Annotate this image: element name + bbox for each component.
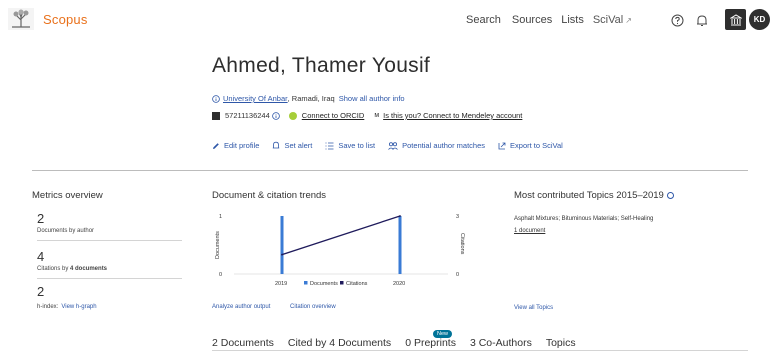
help-icon[interactable] bbox=[667, 10, 687, 30]
top-bar: Scopus Search Sources Lists SciVal ↗ KD bbox=[0, 0, 772, 44]
citations-label-documents: 4 documents bbox=[70, 266, 108, 272]
new-badge: New bbox=[433, 330, 453, 338]
citations-count: 4 bbox=[37, 249, 45, 264]
institution-icon[interactable] bbox=[725, 9, 746, 30]
save-to-list-label: Save to list bbox=[338, 141, 376, 150]
affiliation-row: University Of Anbar , Ramadi, Iraq Show … bbox=[212, 94, 405, 103]
citations-label-text: Citations by bbox=[37, 266, 71, 272]
citation-overview-link[interactable]: Citation overview bbox=[290, 304, 336, 310]
author-name: Ahmed, Thamer Yousif bbox=[212, 54, 431, 77]
edit-profile-button[interactable]: Edit profile bbox=[212, 141, 259, 150]
list-icon bbox=[325, 142, 334, 149]
mendeley-icon: ᴍ bbox=[374, 112, 380, 119]
legend-label: Citations bbox=[346, 281, 368, 287]
analyze-author-output-link[interactable]: Analyze author output bbox=[212, 304, 270, 310]
citations-point bbox=[399, 215, 401, 217]
tab-documents[interactable]: 2 Documents bbox=[212, 337, 274, 349]
citations-line bbox=[281, 215, 401, 256]
citations-label: Citations by 4 documents bbox=[37, 266, 107, 272]
show-all-author-info-link[interactable]: Show all author info bbox=[339, 94, 405, 103]
affiliation-link[interactable]: University Of Anbar bbox=[223, 94, 288, 103]
orcid-icon bbox=[288, 111, 297, 120]
trends-title: Document & citation trends bbox=[212, 190, 327, 201]
legend-swatch bbox=[340, 281, 344, 285]
nav-lists[interactable]: Lists bbox=[561, 14, 584, 26]
h-index-value: 2 bbox=[37, 284, 45, 299]
connect-orcid-link[interactable]: Connect to ORCID bbox=[302, 111, 365, 120]
metric-divider bbox=[37, 240, 182, 241]
pencil-icon bbox=[213, 142, 219, 149]
document-citation-chart: 0 1 0 3 Documents Citations 2019 2020 Documents C… bbox=[215, 214, 465, 287]
x-tick-label: 2020 bbox=[393, 281, 405, 287]
affiliation-location: , Ramadi, Iraq bbox=[287, 94, 335, 103]
metrics-overview-title: Metrics overview bbox=[32, 190, 103, 201]
tab-preprints[interactable]: 0 Preprints bbox=[405, 337, 456, 349]
view-all-topics-link[interactable]: View all Topics bbox=[514, 305, 553, 311]
tab-topics[interactable]: Topics bbox=[546, 337, 576, 349]
people-icon bbox=[388, 141, 398, 150]
export-to-scival-label: Export to SciVal bbox=[510, 141, 563, 150]
set-alert-label: Set alert bbox=[284, 141, 313, 150]
topics-info-icon[interactable] bbox=[666, 191, 674, 199]
mendeley-connect-link[interactable]: Is this you? Connect to Mendeley account bbox=[383, 111, 522, 120]
scopus-wordmark: Scopus bbox=[43, 11, 88, 27]
h-index-label: h-index: View h-graph bbox=[37, 304, 97, 310]
export-icon bbox=[498, 142, 506, 149]
legend-swatch bbox=[304, 281, 308, 285]
author-actions: Edit profile Set alert Save to list Pote… bbox=[212, 141, 576, 150]
topic-name: Asphalt Mixtures; Bituminous Materials; … bbox=[514, 216, 654, 222]
export-to-scival-button[interactable]: Export to SciVal bbox=[498, 141, 563, 150]
left-axis-title: Documents bbox=[215, 231, 221, 259]
nav-scival-label: SciVal bbox=[592, 14, 624, 26]
external-link-icon: ↗ bbox=[625, 16, 632, 25]
documents-bar bbox=[398, 216, 402, 274]
author-id: 57211136244 bbox=[225, 111, 270, 120]
tab-co-authors[interactable]: 3 Co-Authors bbox=[470, 337, 532, 349]
result-tabs: 2 Documents Cited by 4 Documents 0 Prepr… bbox=[212, 337, 590, 349]
documents-count: 2 bbox=[37, 211, 45, 226]
right-axis-title: Citations bbox=[459, 233, 465, 255]
nav-sources[interactable]: Sources bbox=[512, 14, 552, 26]
author-id-row: 57211136244 Connect to ORCID ᴍ Is this y… bbox=[212, 111, 522, 120]
topics-title: Most contributed Topics 2015–2019 bbox=[514, 190, 674, 201]
tab-cited-by[interactable]: Cited by 4 Documents bbox=[288, 337, 391, 349]
left-tick-label: 0 bbox=[219, 272, 222, 278]
section-divider bbox=[32, 170, 748, 171]
metric-divider bbox=[37, 278, 182, 279]
nav-search[interactable]: Search bbox=[466, 14, 501, 26]
main-nav: Search Sources Lists SciVal ↗ bbox=[466, 14, 632, 26]
bell-alert-icon bbox=[273, 141, 280, 149]
topics-title-text: Most contributed Topics 2015–2019 bbox=[514, 190, 664, 201]
x-tick-label: 2019 bbox=[275, 281, 287, 287]
h-index-text: h-index: bbox=[37, 304, 59, 310]
elsevier-tree-icon bbox=[8, 8, 34, 30]
id-info-icon[interactable] bbox=[271, 111, 280, 120]
view-h-graph-link[interactable]: View h-graph bbox=[61, 304, 96, 310]
scopus-id-icon bbox=[212, 111, 220, 120]
documents-label: Documents by author bbox=[37, 228, 95, 234]
bell-icon[interactable] bbox=[692, 10, 712, 30]
documents-bar bbox=[280, 216, 284, 274]
right-tick-label: 0 bbox=[456, 272, 459, 278]
right-tick-label: 3 bbox=[456, 214, 459, 220]
info-icon bbox=[212, 94, 220, 103]
nav-scival[interactable]: SciVal ↗ bbox=[593, 14, 632, 26]
citations-point bbox=[281, 253, 283, 256]
topic-document-count-link[interactable]: 1 document bbox=[514, 228, 545, 234]
left-tick-label: 1 bbox=[219, 214, 222, 220]
potential-author-matches-label: Potential author matches bbox=[402, 141, 486, 150]
potential-author-matches-button[interactable]: Potential author matches bbox=[388, 141, 485, 150]
legend-label: Documents bbox=[310, 281, 338, 287]
set-alert-button[interactable]: Set alert bbox=[272, 141, 312, 150]
user-avatar[interactable]: KD bbox=[749, 9, 770, 30]
edit-profile-label: Edit profile bbox=[224, 141, 260, 150]
save-to-list-button[interactable]: Save to list bbox=[325, 141, 375, 150]
scopus-logo[interactable]: Scopus bbox=[8, 8, 88, 30]
